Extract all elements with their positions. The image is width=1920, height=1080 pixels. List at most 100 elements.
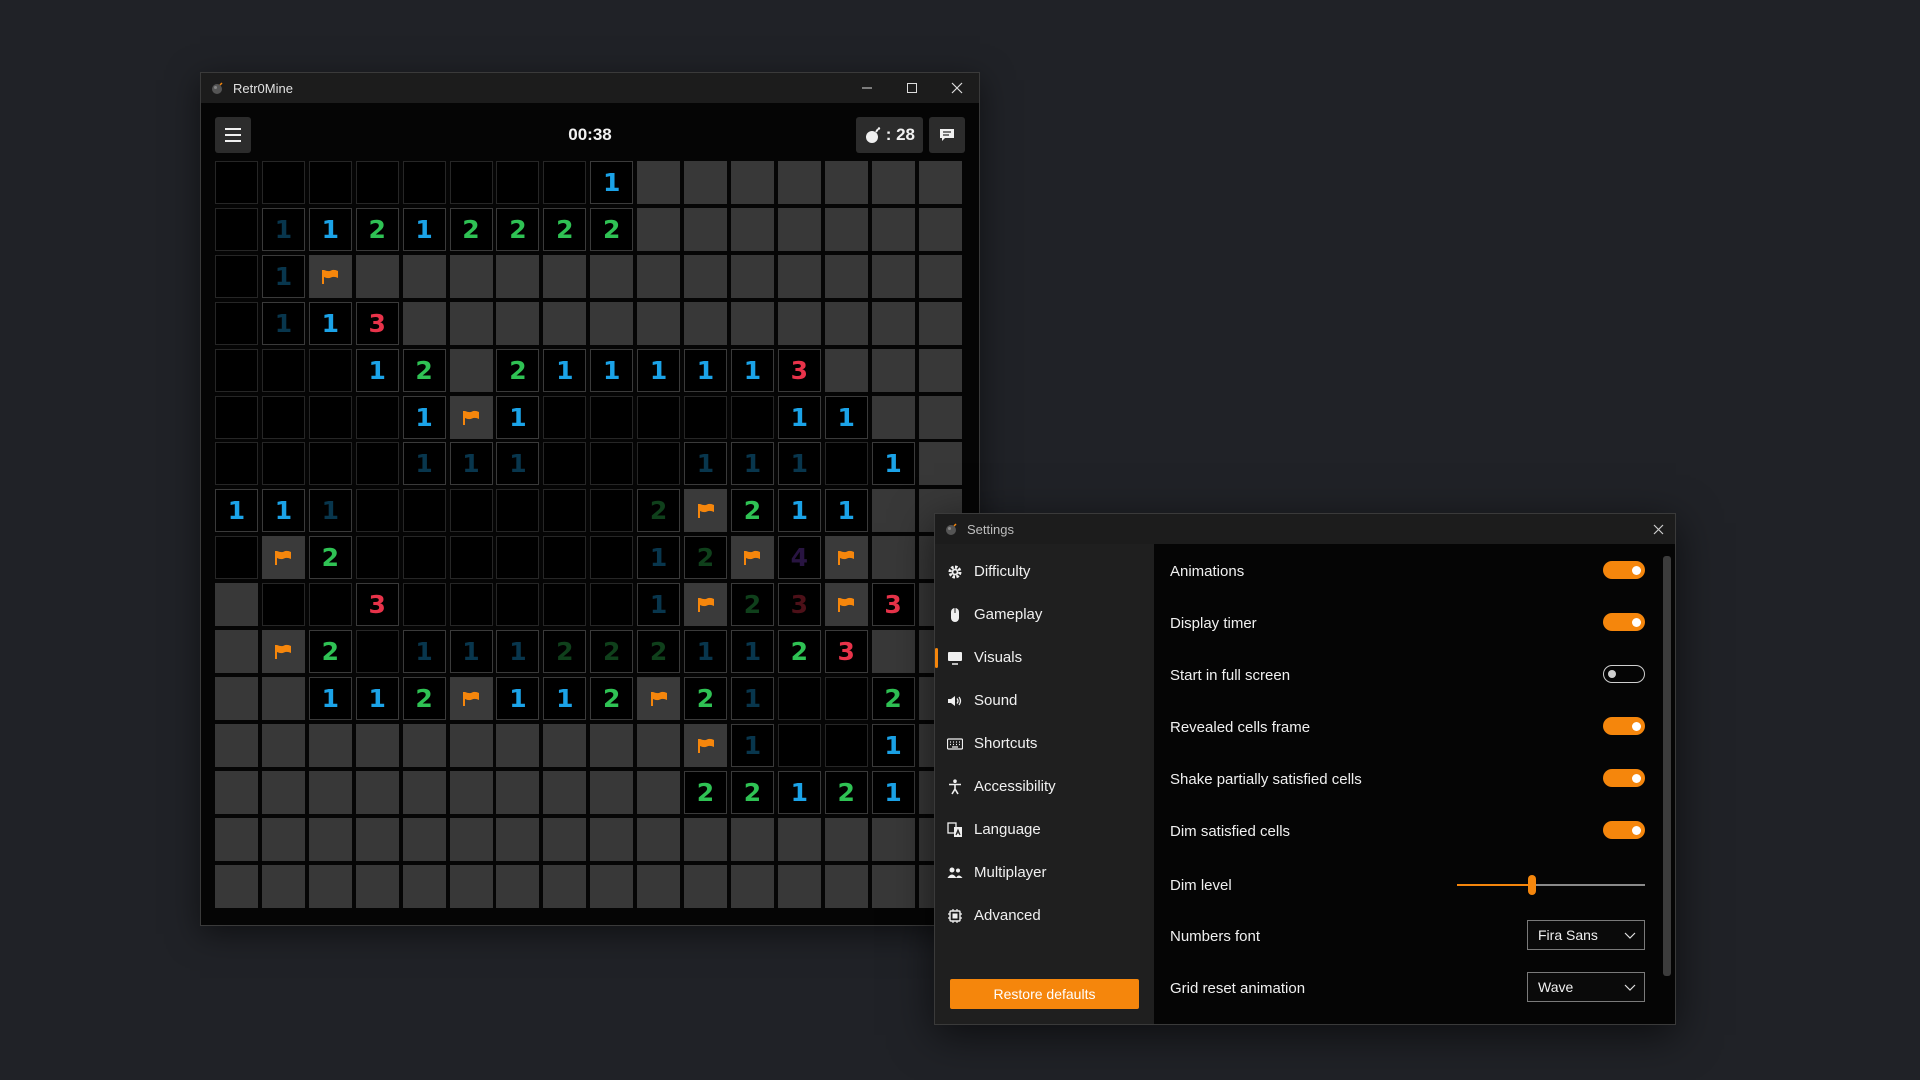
revealed-empty-cell[interactable] [261,395,305,439]
hidden-cell[interactable] [308,864,352,908]
flagged-cell[interactable] [449,395,493,439]
revealed-empty-cell[interactable] [543,489,587,533]
hidden-cell[interactable] [637,770,681,814]
number-cell[interactable]: 2 [355,207,399,251]
number-cell[interactable]: 1 [449,630,493,673]
hidden-cell[interactable] [918,207,962,251]
number-cell[interactable]: 1 [402,395,446,439]
number-cell[interactable]: 4 [777,536,821,580]
revealed-empty-cell[interactable] [308,583,352,627]
revealed-empty-cell[interactable] [355,536,399,580]
hidden-cell[interactable] [355,864,399,908]
hidden-cell[interactable] [637,723,681,767]
revealed-empty-cell[interactable] [496,536,540,580]
number-cell[interactable]: 1 [684,630,727,673]
hidden-cell[interactable] [824,161,868,204]
revealed-empty-cell[interactable] [496,161,540,204]
flagged-cell[interactable] [684,583,727,627]
number-cell[interactable]: 2 [684,770,727,814]
revealed-empty-cell[interactable] [308,442,352,486]
dim-level-thumb[interactable] [1528,875,1537,895]
hidden-cell[interactable] [777,817,821,861]
hidden-cell[interactable] [637,817,681,861]
game-titlebar[interactable]: Retr0Mine [201,73,979,103]
number-cell[interactable]: 1 [637,583,681,627]
hidden-cell[interactable] [684,817,727,861]
number-cell[interactable]: 3 [777,348,821,392]
revealed-empty-cell[interactable] [777,723,821,767]
hidden-cell[interactable] [261,864,305,908]
revealed-empty-cell[interactable] [590,583,634,627]
hidden-cell[interactable] [449,301,493,345]
revealed-empty-cell[interactable] [215,161,258,204]
revealed-empty-cell[interactable] [215,348,258,392]
number-cell[interactable]: 1 [308,676,352,720]
revealed-cells-frame-toggle[interactable] [1603,717,1645,735]
number-cell[interactable]: 1 [637,536,681,580]
revealed-empty-cell[interactable] [355,395,399,439]
hidden-cell[interactable] [402,301,446,345]
number-cell[interactable]: 1 [590,348,634,392]
revealed-empty-cell[interactable] [590,395,634,439]
hidden-cell[interactable] [449,348,493,392]
hidden-cell[interactable] [684,864,727,908]
number-cell[interactable]: 1 [730,348,774,392]
hidden-cell[interactable] [824,207,868,251]
hidden-cell[interactable] [871,864,915,908]
revealed-empty-cell[interactable] [777,676,821,720]
number-cell[interactable]: 2 [684,536,727,580]
number-cell[interactable]: 2 [777,630,821,673]
numbers-font-select[interactable]: Fira Sans [1527,920,1645,950]
hidden-cell[interactable] [449,723,493,767]
hidden-cell[interactable] [918,395,962,439]
hidden-cell[interactable] [543,864,587,908]
number-cell[interactable]: 1 [355,348,399,392]
nav-item-multiplayer[interactable]: Multiplayer [935,851,1154,894]
revealed-empty-cell[interactable] [449,161,493,204]
hidden-cell[interactable] [543,770,587,814]
number-cell[interactable]: 3 [871,583,915,627]
hidden-cell[interactable] [215,583,258,627]
hidden-cell[interactable] [590,723,634,767]
flagged-cell[interactable] [308,254,352,298]
number-cell[interactable]: 2 [543,207,587,251]
hidden-cell[interactable] [730,301,774,345]
revealed-empty-cell[interactable] [824,676,868,720]
revealed-empty-cell[interactable] [261,161,305,204]
number-cell[interactable]: 1 [824,395,868,439]
hidden-cell[interactable] [543,301,587,345]
revealed-empty-cell[interactable] [215,536,258,580]
number-cell[interactable]: 1 [777,395,821,439]
flagged-cell[interactable] [449,676,493,720]
hidden-cell[interactable] [308,723,352,767]
number-cell[interactable]: 2 [590,207,634,251]
hidden-cell[interactable] [215,723,258,767]
settings-scrollbar[interactable] [1663,556,1671,976]
hidden-cell[interactable] [918,442,962,486]
hidden-cell[interactable] [402,723,446,767]
hidden-cell[interactable] [215,817,258,861]
hidden-cell[interactable] [871,536,915,580]
number-cell[interactable]: 1 [449,442,493,486]
animations-toggle[interactable] [1603,561,1645,579]
number-cell[interactable]: 1 [308,489,352,533]
number-cell[interactable]: 2 [871,676,915,720]
number-cell[interactable]: 2 [449,207,493,251]
hidden-cell[interactable] [543,254,587,298]
hidden-cell[interactable] [261,770,305,814]
revealed-empty-cell[interactable] [543,161,587,204]
number-cell[interactable]: 2 [730,583,774,627]
number-cell[interactable]: 2 [637,489,681,533]
hidden-cell[interactable] [402,770,446,814]
display-timer-toggle[interactable] [1603,613,1645,631]
hidden-cell[interactable] [590,301,634,345]
number-cell[interactable]: 1 [684,442,727,486]
flagged-cell[interactable] [684,489,727,533]
hidden-cell[interactable] [590,817,634,861]
number-cell[interactable]: 1 [496,676,540,720]
number-cell[interactable]: 2 [543,630,587,673]
hidden-cell[interactable] [402,817,446,861]
number-cell[interactable]: 1 [261,254,305,298]
revealed-empty-cell[interactable] [590,442,634,486]
menu-button[interactable] [215,117,251,153]
